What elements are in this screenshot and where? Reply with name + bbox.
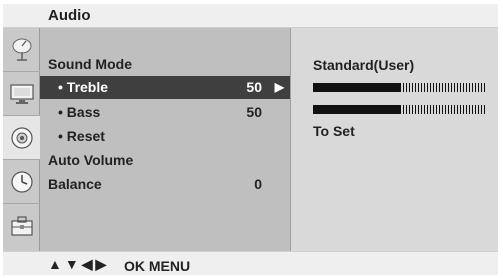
right-arrow-icon: ▶ <box>95 256 107 272</box>
right-arrow-icon: ▶ <box>274 80 284 94</box>
treble-level-bar <box>313 83 487 92</box>
audio-menu-list: Sound Mode • Treble 50 ▶ • Bass 50 • Res… <box>40 28 290 251</box>
toolbox-icon[interactable] <box>3 204 40 248</box>
menu-item-treble[interactable]: • Treble 50 ▶ <box>40 76 290 99</box>
to-set-label: To Set <box>313 123 355 139</box>
monitor-icon[interactable] <box>3 72 40 116</box>
menu-item-label: Auto Volume <box>48 152 134 168</box>
osd-window: Audio Sound Mode • Treble 50 ▶ • Bass 50… <box>0 0 503 278</box>
bass-value: 50 <box>246 104 262 120</box>
audio-disc-icon[interactable] <box>3 116 40 160</box>
key-guide-bar: ▲ ▼ ◀ ▶ OK MENU <box>3 251 498 275</box>
bar-ticks <box>400 105 487 114</box>
menu-item-sound-mode[interactable]: Sound Mode <box>40 53 290 76</box>
menu-header: Audio <box>3 4 498 28</box>
menu-title: Audio <box>48 7 91 24</box>
category-icon-bar <box>3 28 40 251</box>
clock-icon[interactable] <box>3 160 40 204</box>
menu-item-label: • Bass <box>58 104 101 120</box>
detail-panel: Standard(User) To Set <box>290 28 498 251</box>
bar-fill <box>313 105 400 114</box>
sound-mode-value: Standard(User) <box>313 57 415 73</box>
menu-item-label: • Treble <box>58 79 109 95</box>
down-arrow-icon: ▼ <box>64 256 79 272</box>
treble-value: 50 <box>246 79 262 95</box>
satellite-dish-icon[interactable] <box>3 28 40 72</box>
menu-item-bass[interactable]: • Bass 50 <box>40 101 290 124</box>
menu-item-reset[interactable]: • Reset <box>40 125 290 148</box>
balance-value: 0 <box>254 176 262 192</box>
menu-item-label: Balance <box>48 176 102 192</box>
menu-item-label: Sound Mode <box>48 56 132 72</box>
bass-level-bar <box>313 105 487 114</box>
ok-menu-hint: OK MENU <box>124 258 191 274</box>
bar-ticks <box>400 83 487 92</box>
navigation-arrows: ▲ ▼ ◀ ▶ <box>48 256 106 273</box>
menu-item-balance[interactable]: Balance 0 <box>40 173 290 196</box>
left-arrow-icon: ◀ <box>81 256 93 272</box>
up-arrow-icon: ▲ <box>48 256 62 272</box>
menu-item-label: • Reset <box>58 128 105 144</box>
menu-item-auto-volume[interactable]: Auto Volume <box>40 149 290 172</box>
bar-fill <box>313 83 400 92</box>
